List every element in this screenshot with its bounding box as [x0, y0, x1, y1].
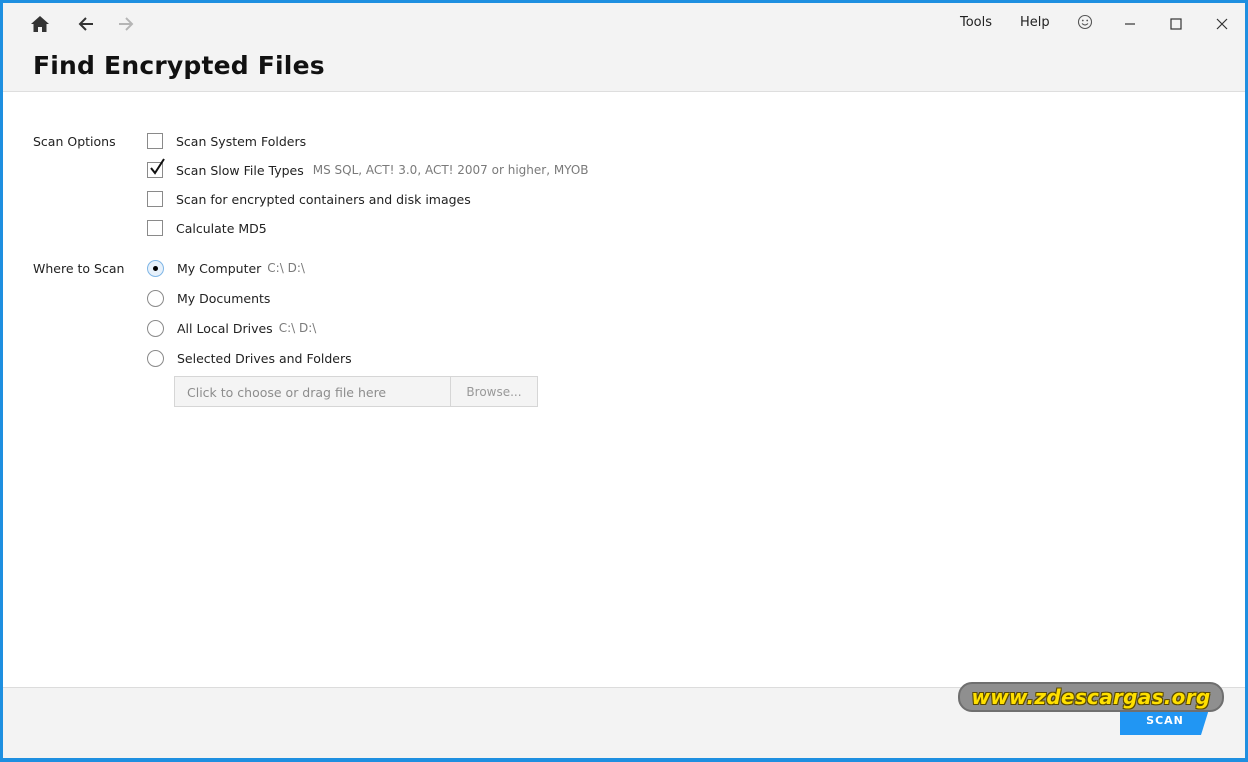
radio-all-local-drives[interactable]: All Local Drives C:\ D:\: [147, 318, 316, 338]
watermark-logo: www.zdescargas.org: [958, 682, 1224, 712]
close-icon: [1216, 15, 1228, 34]
maximize-icon: [1170, 15, 1182, 34]
minimize-button[interactable]: [1115, 11, 1145, 37]
option-hint: C:\ D:\: [278, 321, 317, 335]
maximize-button[interactable]: [1161, 11, 1191, 37]
smiley-icon: [1077, 14, 1093, 34]
option-scan-encrypted-containers[interactable]: Scan for encrypted containers and disk i…: [147, 189, 471, 209]
feedback-button[interactable]: [1070, 11, 1100, 37]
option-label: Scan for encrypted containers and disk i…: [176, 191, 471, 207]
minimize-icon: [1124, 15, 1136, 34]
option-scan-slow-file-types[interactable]: Scan Slow File Types MS SQL, ACT! 3.0, A…: [147, 158, 589, 180]
option-calculate-md5[interactable]: Calculate MD5: [147, 218, 267, 238]
option-label: Scan System Folders: [176, 133, 307, 149]
checkbox[interactable]: [147, 191, 163, 207]
option-hint: MS SQL, ACT! 3.0, ACT! 2007 or higher, M…: [312, 163, 589, 177]
option-label: Calculate MD5: [176, 220, 267, 236]
radio-my-computer[interactable]: My Computer C:\ D:\: [147, 258, 305, 278]
radio-button-selected[interactable]: [147, 259, 164, 277]
option-label: My Documents: [177, 290, 271, 306]
menu-help[interactable]: Help: [1020, 15, 1050, 30]
forward-button[interactable]: [111, 11, 141, 37]
option-label: My Computer: [177, 260, 262, 276]
header-bar: Tools Help Find Encrypted Files: [3, 3, 1245, 92]
scan-options-label: Scan Options: [33, 134, 116, 149]
page-title: Find Encrypted Files: [33, 51, 325, 80]
menu-tools[interactable]: Tools: [960, 15, 992, 30]
where-to-scan-label: Where to Scan: [33, 261, 125, 276]
option-scan-system-folders[interactable]: Scan System Folders: [147, 131, 306, 151]
option-hint: C:\ D:\: [267, 261, 305, 275]
option-label: Scan Slow File Types: [176, 162, 304, 178]
checkmark-icon: [150, 158, 165, 175]
option-label: All Local Drives: [177, 320, 273, 336]
radio-button[interactable]: [147, 319, 164, 337]
radio-button[interactable]: [147, 289, 164, 307]
option-label: Selected Drives and Folders: [177, 350, 352, 366]
folder-path-input[interactable]: Click to choose or drag file here: [174, 376, 451, 407]
checkbox[interactable]: [147, 133, 163, 149]
arrow-right-icon: [117, 16, 135, 32]
checkbox[interactable]: [147, 220, 163, 236]
back-button[interactable]: [71, 11, 101, 37]
watermark-text: www.zdescargas.org: [971, 685, 1211, 709]
radio-button[interactable]: [147, 349, 164, 367]
checkbox-checked[interactable]: [147, 158, 165, 178]
home-button[interactable]: [25, 11, 55, 37]
home-icon: [30, 15, 50, 33]
arrow-left-icon: [77, 16, 95, 32]
app-window: Tools Help Find Encrypted Files Scan Opt…: [3, 3, 1245, 758]
radio-selected-drives-and-folders[interactable]: Selected Drives and Folders: [147, 348, 352, 368]
radio-my-documents[interactable]: My Documents: [147, 288, 270, 308]
close-button[interactable]: [1207, 11, 1237, 37]
browse-button[interactable]: Browse...: [450, 376, 538, 407]
